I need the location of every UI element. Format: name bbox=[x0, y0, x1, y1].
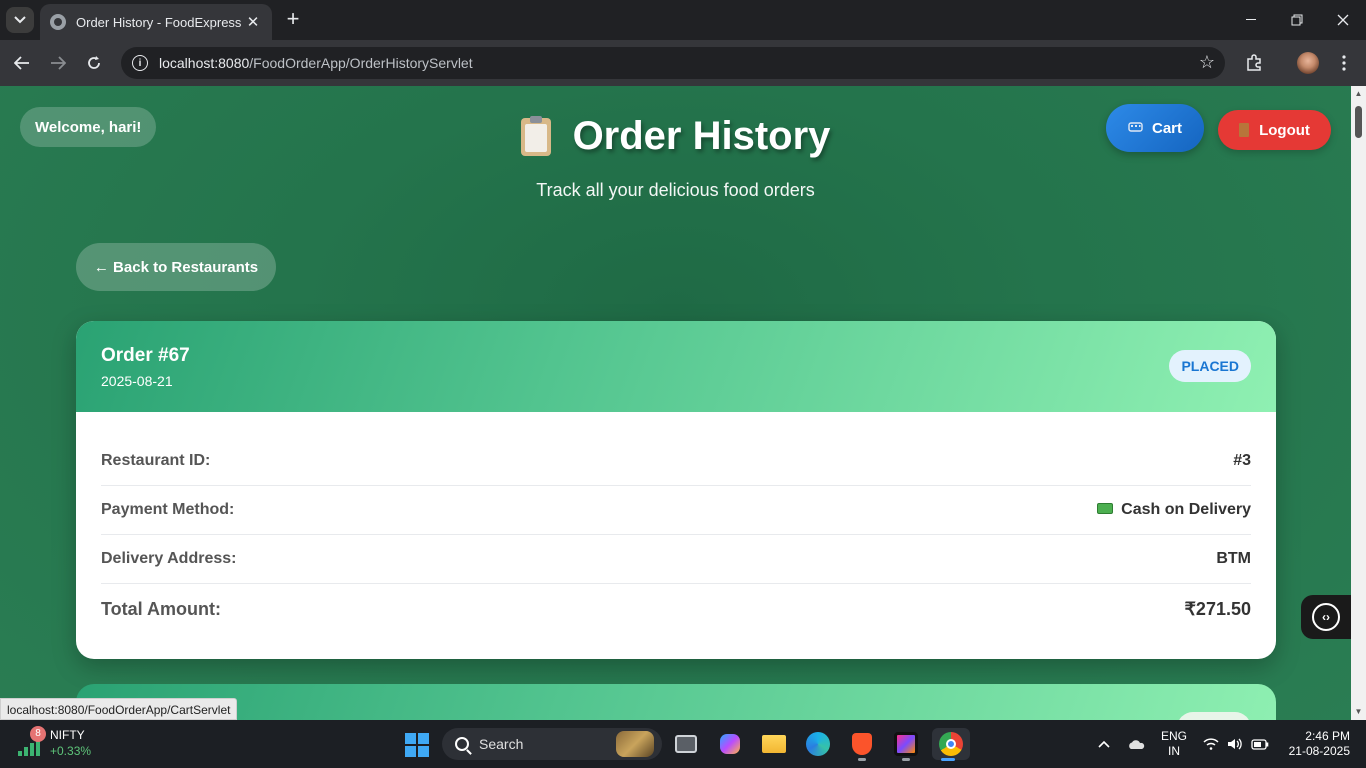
status-badge: PLACED bbox=[1169, 350, 1251, 382]
bookmark-star-icon[interactable]: ☆ bbox=[1199, 52, 1215, 73]
door-icon bbox=[1239, 123, 1250, 137]
clipboard-icon bbox=[520, 115, 551, 156]
taskbar-search[interactable]: Search bbox=[442, 728, 662, 760]
search-label: Search bbox=[479, 736, 524, 752]
page-title: Order History bbox=[520, 114, 831, 159]
page-scrollbar[interactable]: ▲ ▼ bbox=[1351, 86, 1366, 720]
tab-title: Order History - FoodExpress bbox=[76, 14, 242, 30]
detail-value: BTM bbox=[1216, 550, 1251, 567]
battery-icon[interactable] bbox=[1248, 720, 1272, 768]
new-tab-icon[interactable]: + bbox=[282, 8, 304, 32]
task-view-icon[interactable] bbox=[670, 728, 702, 760]
file-explorer-icon[interactable] bbox=[758, 728, 790, 760]
cart-label: Cart bbox=[1151, 119, 1182, 137]
total-label: Total Amount: bbox=[101, 598, 221, 619]
total-value: ₹271.50 bbox=[1184, 598, 1251, 619]
detail-label: Delivery Address: bbox=[101, 550, 237, 567]
extension-floating-button[interactable]: ‹› bbox=[1301, 595, 1351, 639]
detail-label: Payment Method: bbox=[101, 501, 235, 518]
detail-row-payment: Payment Method: Cash on Delivery bbox=[101, 486, 1251, 535]
nifty-change: +0.33% bbox=[50, 744, 92, 758]
window-close-icon[interactable] bbox=[1320, 0, 1366, 40]
browser-tab[interactable]: Order History - FoodExpress ✕ bbox=[40, 4, 272, 40]
scroll-down-icon[interactable]: ▼ bbox=[1354, 707, 1363, 716]
notification-badge: 8 bbox=[30, 726, 46, 742]
detail-value-payment: Cash on Delivery bbox=[1097, 501, 1251, 519]
back-to-restaurants-button[interactable]: ← Back to Restaurants bbox=[76, 243, 276, 291]
browser-toolbar: i localhost:8080/FoodOrderApp/OrderHisto… bbox=[0, 40, 1366, 86]
minimize-icon[interactable] bbox=[1228, 0, 1274, 40]
order-card-next bbox=[76, 684, 1276, 720]
order-header: Order #67 2025-08-21 PLACED bbox=[76, 321, 1276, 412]
system-clock[interactable]: 2:46 PM 21-08-2025 bbox=[1280, 729, 1350, 759]
intellij-icon[interactable] bbox=[890, 728, 922, 761]
maximize-icon[interactable] bbox=[1274, 0, 1320, 40]
code-search-icon: ‹› bbox=[1312, 603, 1340, 631]
edge-icon[interactable] bbox=[802, 728, 834, 760]
cart-button[interactable]: Cart bbox=[1106, 104, 1204, 152]
brave-icon[interactable] bbox=[846, 728, 878, 761]
forward-icon[interactable] bbox=[45, 50, 71, 76]
onedrive-cloud-icon[interactable] bbox=[1124, 720, 1148, 768]
link-status-url: localhost:8080/FoodOrderApp/CartServlet bbox=[0, 698, 238, 720]
scroll-up-icon[interactable]: ▲ bbox=[1354, 89, 1363, 98]
browser-tab-bar: Order History - FoodExpress ✕ + bbox=[0, 0, 1366, 40]
scroll-thumb[interactable] bbox=[1355, 106, 1362, 138]
logout-label: Logout bbox=[1259, 121, 1310, 139]
cart-icon bbox=[1128, 121, 1144, 136]
detail-label: Restaurant ID: bbox=[101, 452, 211, 469]
search-highlight-image bbox=[616, 731, 654, 757]
favicon-icon bbox=[50, 14, 66, 30]
url-text: localhost:8080/FoodOrderApp/OrderHistory… bbox=[159, 55, 473, 71]
search-icon bbox=[455, 737, 469, 751]
detail-value: #3 bbox=[1233, 452, 1251, 469]
close-icon[interactable]: ✕ bbox=[244, 13, 262, 31]
order-card: Order #67 2025-08-21 PLACED Restaurant I… bbox=[76, 321, 1276, 659]
nifty-name: NIFTY bbox=[50, 728, 85, 742]
logout-button[interactable]: Logout bbox=[1218, 110, 1331, 150]
chevron-down-icon bbox=[14, 16, 26, 24]
status-badge bbox=[1177, 712, 1251, 720]
wifi-icon[interactable] bbox=[1200, 720, 1222, 768]
language-indicator[interactable]: ENG IN bbox=[1160, 729, 1188, 759]
windows-taskbar: 8 NIFTY +0.33% Search ENG IN 2:46 PM 21-… bbox=[0, 720, 1366, 768]
volume-icon[interactable] bbox=[1224, 720, 1246, 768]
detail-row-total: Total Amount: ₹271.50 bbox=[101, 584, 1251, 634]
page-title-text: Order History bbox=[572, 114, 831, 158]
chrome-icon[interactable] bbox=[932, 728, 970, 761]
copilot-icon[interactable] bbox=[714, 728, 746, 760]
back-icon[interactable] bbox=[9, 50, 35, 76]
tray-chevron-up-icon[interactable] bbox=[1094, 720, 1114, 768]
page-content: Welcome, hari! Order History Track all y… bbox=[0, 86, 1351, 720]
reload-icon[interactable] bbox=[81, 50, 107, 76]
menu-icon[interactable] bbox=[1333, 52, 1355, 74]
order-details: Restaurant ID: #3 Payment Method: Cash o… bbox=[76, 412, 1276, 634]
windows-start-icon[interactable] bbox=[405, 733, 429, 757]
order-date: 2025-08-21 bbox=[101, 373, 173, 389]
profile-avatar[interactable] bbox=[1297, 52, 1319, 74]
address-bar[interactable]: i localhost:8080/FoodOrderApp/OrderHisto… bbox=[121, 47, 1225, 79]
tab-search-button[interactable] bbox=[6, 7, 34, 33]
site-info-icon[interactable]: i bbox=[132, 55, 148, 71]
cash-icon bbox=[1097, 503, 1114, 515]
page-subtitle: Track all your delicious food orders bbox=[536, 180, 815, 200]
detail-row-address: Delivery Address: BTM bbox=[101, 535, 1251, 584]
extensions-icon[interactable] bbox=[1243, 52, 1265, 74]
detail-row-restaurant: Restaurant ID: #3 bbox=[101, 437, 1251, 486]
order-title: Order #67 bbox=[101, 345, 190, 366]
